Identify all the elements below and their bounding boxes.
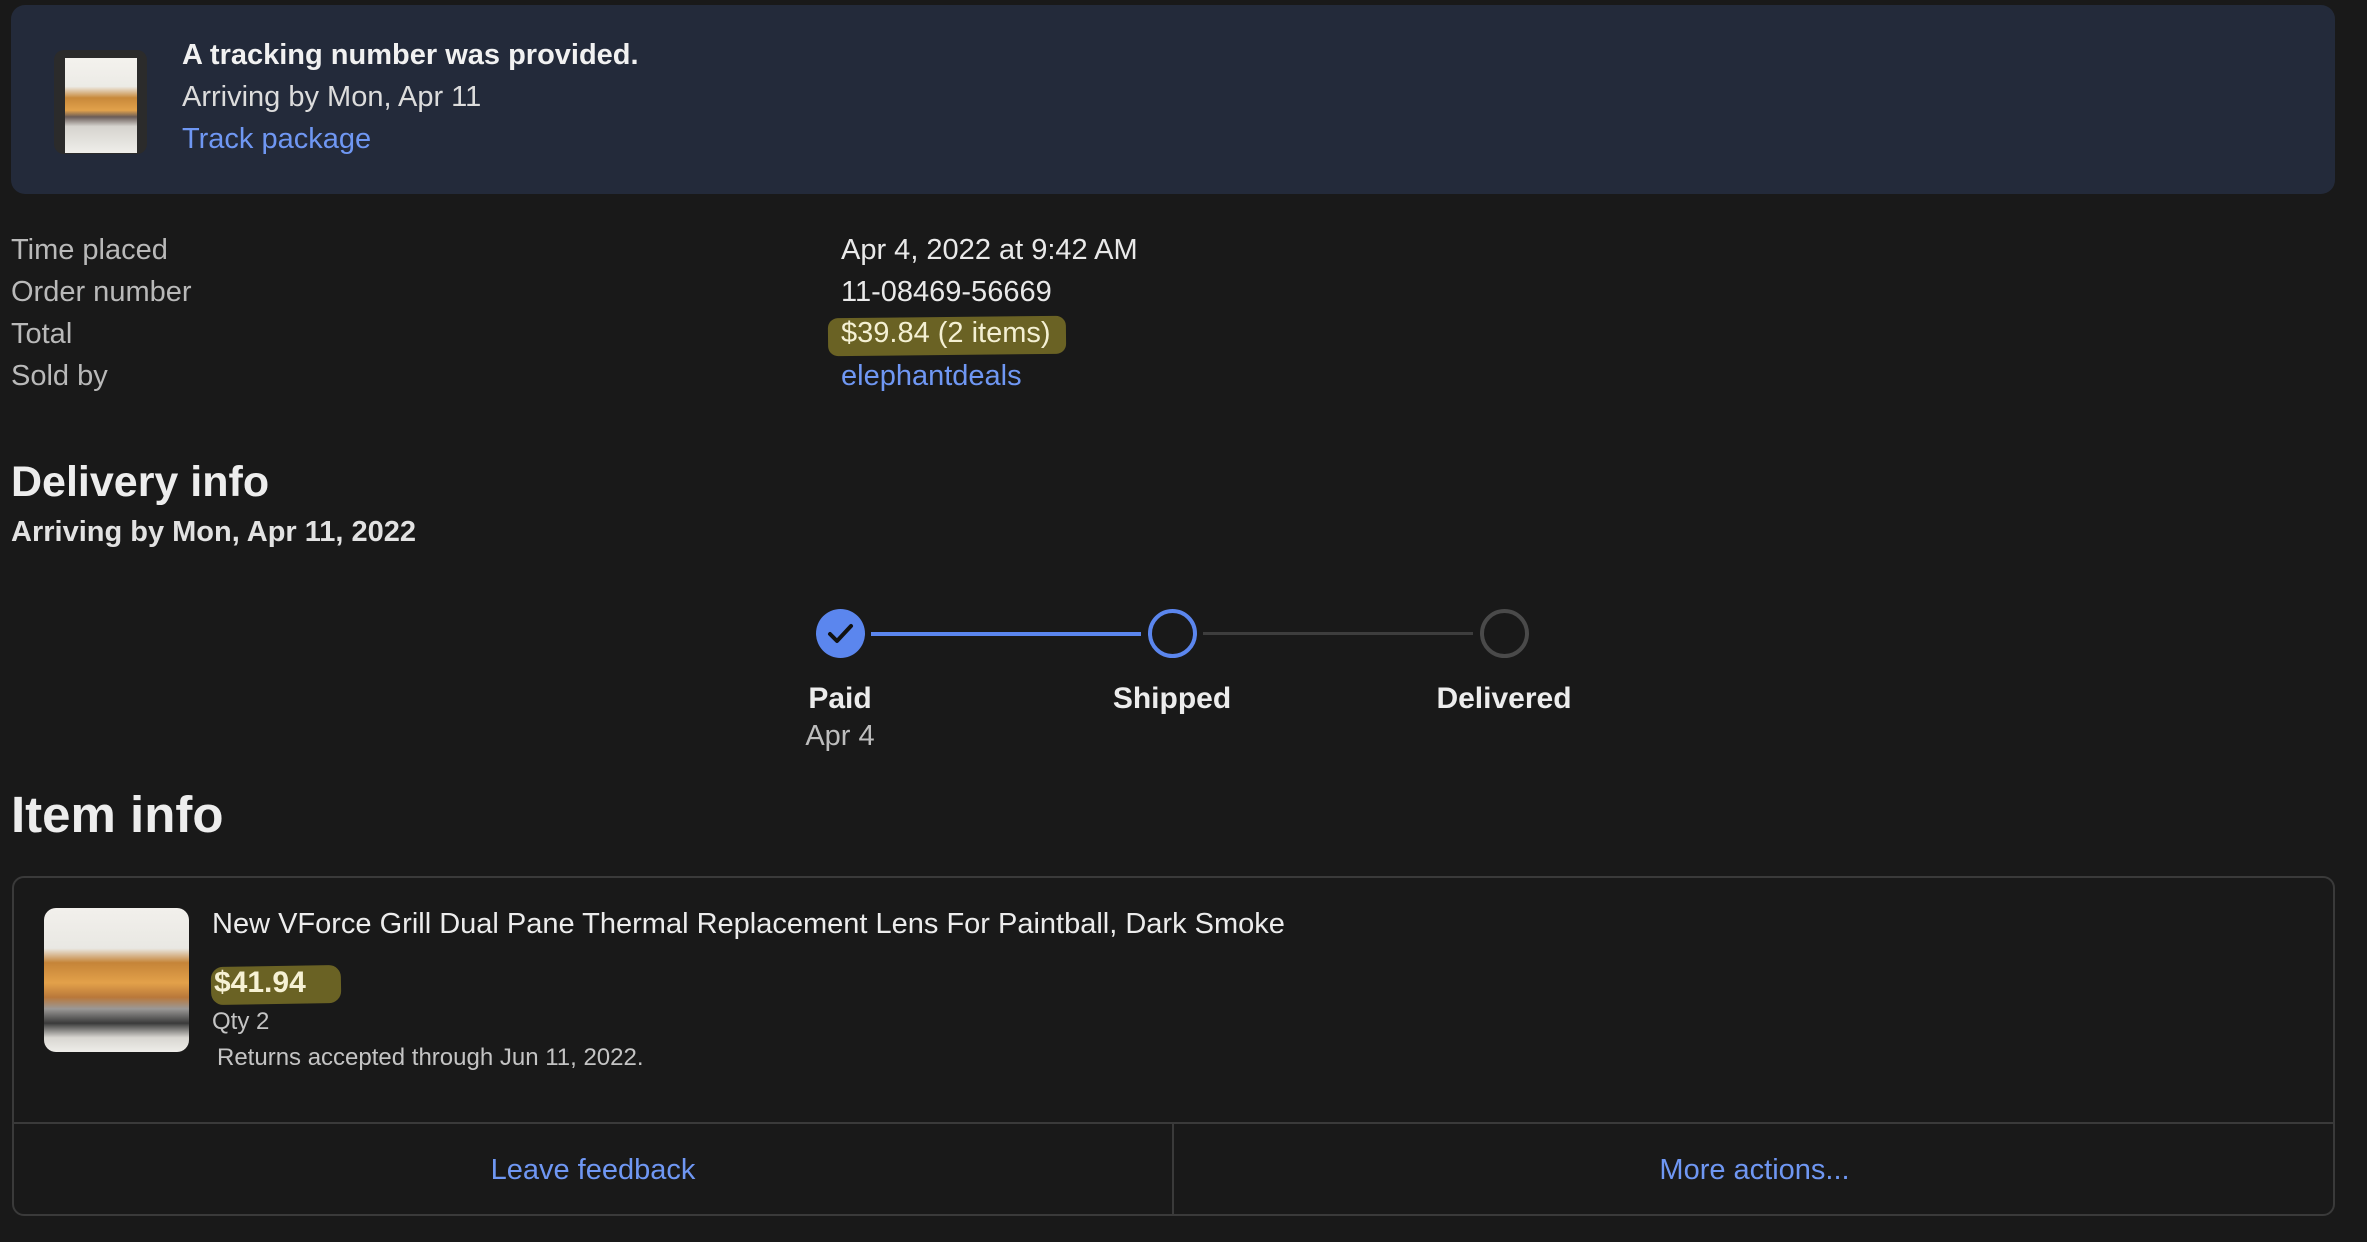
- time-placed-value: Apr 4, 2022 at 9:42 AM: [841, 234, 1138, 266]
- more-actions-button[interactable]: More actions...: [1174, 1124, 2335, 1216]
- order-details-page: A tracking number was provided. Arriving…: [0, 0, 2367, 1242]
- delivery-progress: Paid Shipped Delivered Apr 4: [0, 600, 1700, 770]
- progress-line-pending: [1203, 632, 1473, 635]
- total-highlight: $39.84 (2 items): [827, 314, 1068, 358]
- item-card: New VForce Grill Dual Pane Thermal Repla…: [12, 876, 2335, 1216]
- tracking-title: A tracking number was provided.: [182, 39, 639, 71]
- delivery-arrival: Arriving by Mon, Apr 11, 2022: [11, 516, 417, 548]
- shipped-step-dot: [1148, 609, 1197, 658]
- order-number-value: 11-08469-56669: [841, 276, 1052, 308]
- item-price-highlight: $41.94: [209, 960, 349, 1008]
- shipped-step-label: Shipped: [1112, 682, 1232, 715]
- paid-step-dot: [816, 609, 865, 658]
- item-title[interactable]: New VForce Grill Dual Pane Thermal Repla…: [212, 908, 1285, 941]
- order-number-label: Order number: [11, 276, 192, 308]
- track-package-link[interactable]: Track package: [182, 123, 371, 156]
- delivered-step-dot: [1480, 609, 1529, 658]
- item-price: $41.94: [214, 966, 306, 999]
- item-quantity: Qty 2: [212, 1008, 270, 1035]
- total-value: $39.84 (2 items): [841, 317, 1051, 349]
- item-info-heading: Item info: [11, 786, 224, 843]
- returns-notice: Returns accepted through Jun 11, 2022.: [217, 1044, 644, 1071]
- progress-line-complete: [871, 632, 1141, 636]
- tracking-banner: A tracking number was provided. Arriving…: [11, 5, 2335, 194]
- checkmark-icon: [828, 624, 853, 643]
- total-label: Total: [11, 318, 73, 350]
- time-placed-label: Time placed: [11, 234, 168, 266]
- seller-link[interactable]: elephantdeals: [841, 360, 1022, 393]
- item-thumbnail[interactable]: [44, 908, 189, 1052]
- delivered-step-label: Delivered: [1436, 682, 1572, 715]
- delivery-info-heading: Delivery info: [11, 458, 270, 506]
- tracking-arrival: Arriving by Mon, Apr 11: [182, 81, 482, 113]
- package-photo: [65, 58, 137, 153]
- paid-step-date: Apr 4: [805, 720, 875, 752]
- package-thumbnail: [54, 50, 147, 154]
- leave-feedback-button[interactable]: Leave feedback: [14, 1124, 1172, 1216]
- sold-by-label: Sold by: [11, 360, 108, 392]
- paid-step-label: Paid: [808, 682, 872, 715]
